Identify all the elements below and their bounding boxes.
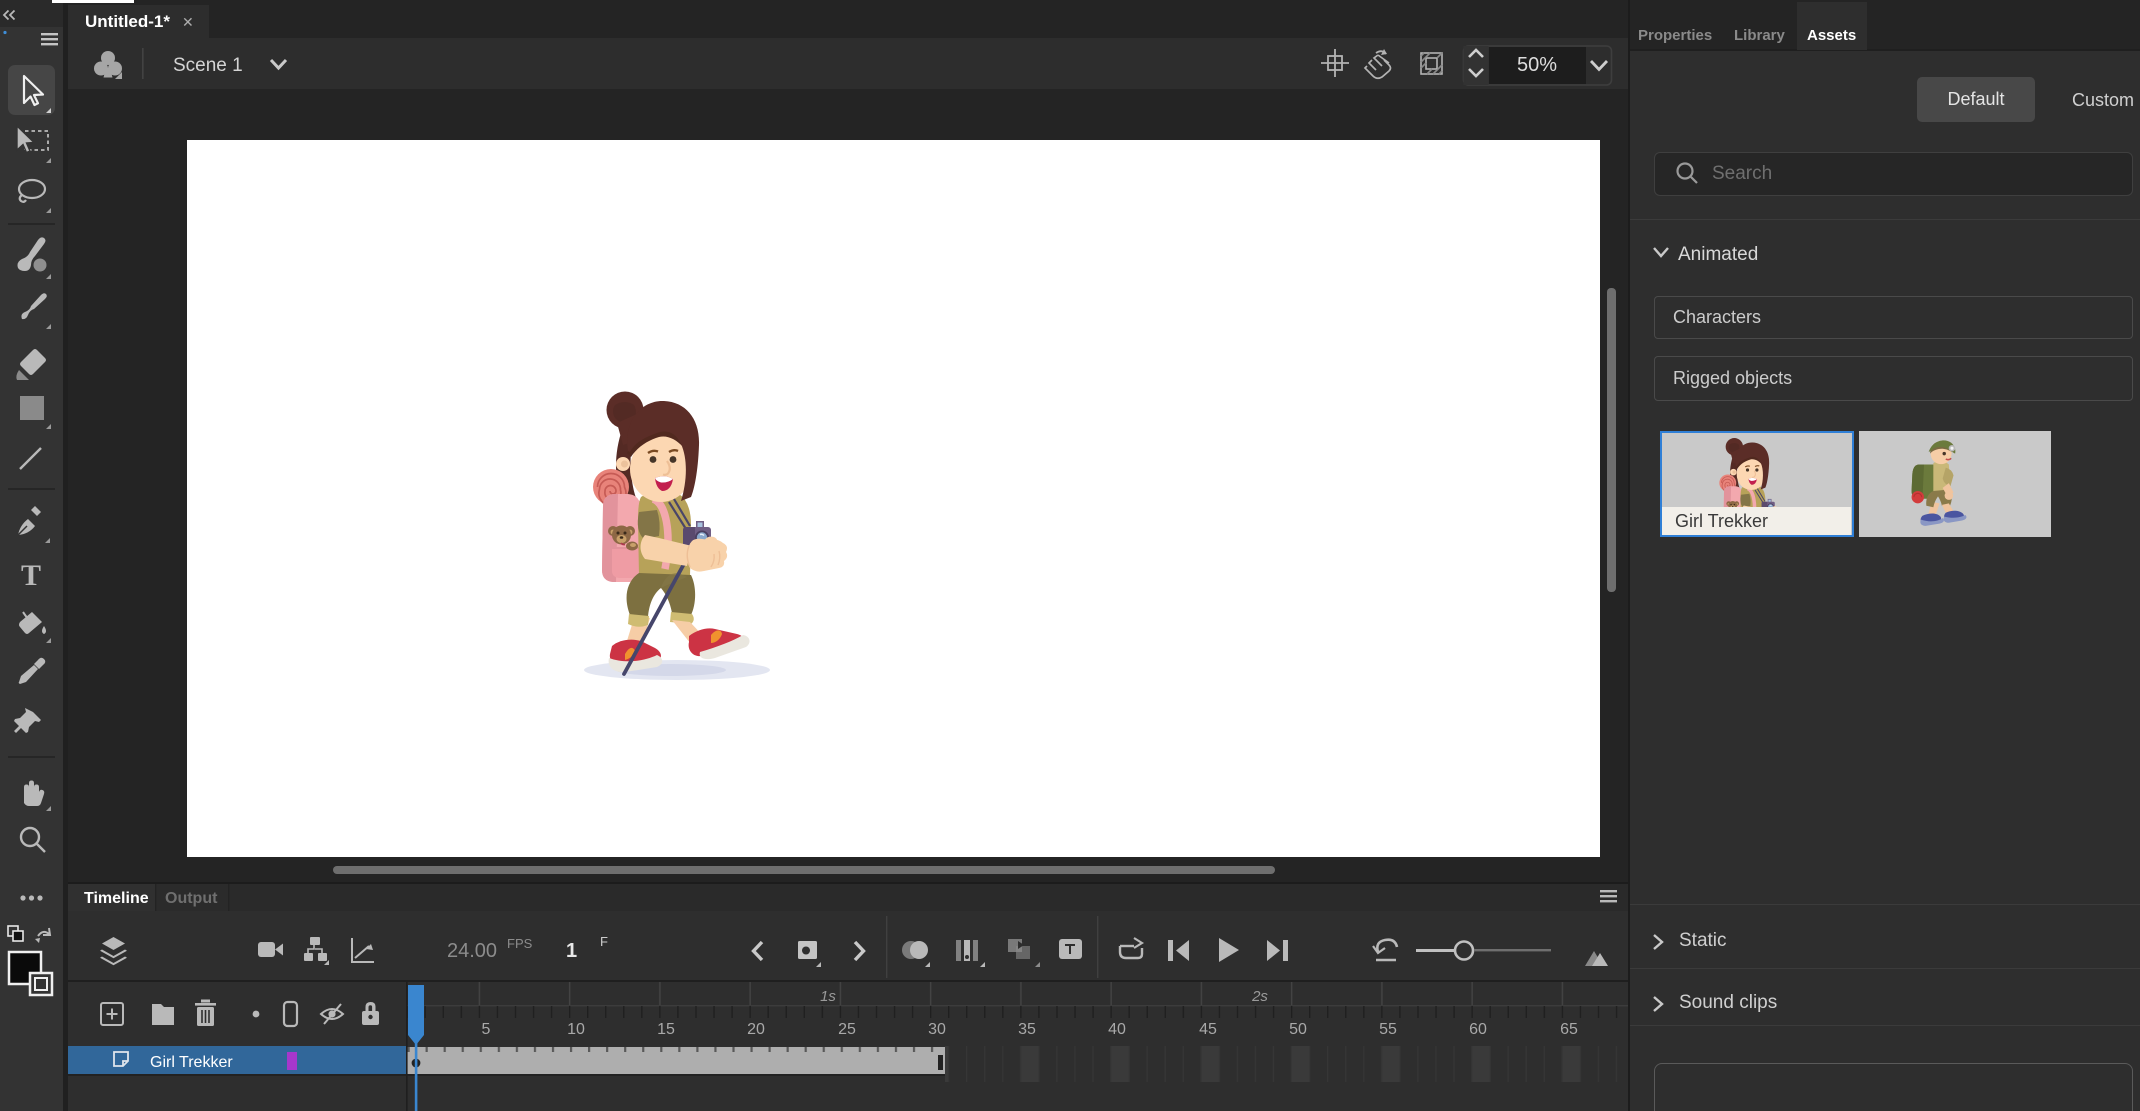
svg-text:60: 60 <box>1469 1021 1487 1038</box>
svg-text:5: 5 <box>482 1021 491 1038</box>
svg-text:35: 35 <box>1018 1021 1036 1038</box>
svg-text:FPS: FPS <box>507 936 533 951</box>
svg-text:Timeline: Timeline <box>84 890 149 907</box>
svg-text:65: 65 <box>1560 1021 1578 1038</box>
svg-text:30: 30 <box>928 1021 946 1038</box>
svg-text:24.00: 24.00 <box>447 940 497 962</box>
svg-text:2s: 2s <box>1251 988 1268 1005</box>
svg-text:Girl Trekker: Girl Trekker <box>150 1054 233 1071</box>
svg-text:Output: Output <box>165 890 218 907</box>
svg-text:15: 15 <box>657 1021 675 1038</box>
svg-text:10: 10 <box>567 1021 585 1038</box>
svg-text:55: 55 <box>1379 1021 1397 1038</box>
svg-text:25: 25 <box>838 1021 856 1038</box>
svg-text:50: 50 <box>1289 1021 1307 1038</box>
svg-text:50%: 50% <box>1517 54 1557 76</box>
svg-text:Scene 1: Scene 1 <box>173 55 243 76</box>
svg-text:40: 40 <box>1108 1021 1126 1038</box>
svg-text:1s: 1s <box>820 988 836 1005</box>
svg-text:1: 1 <box>566 940 577 962</box>
svg-text:20: 20 <box>747 1021 765 1038</box>
svg-text:45: 45 <box>1199 1021 1217 1038</box>
svg-text:F: F <box>600 934 608 949</box>
svg-text:T: T <box>21 559 41 592</box>
